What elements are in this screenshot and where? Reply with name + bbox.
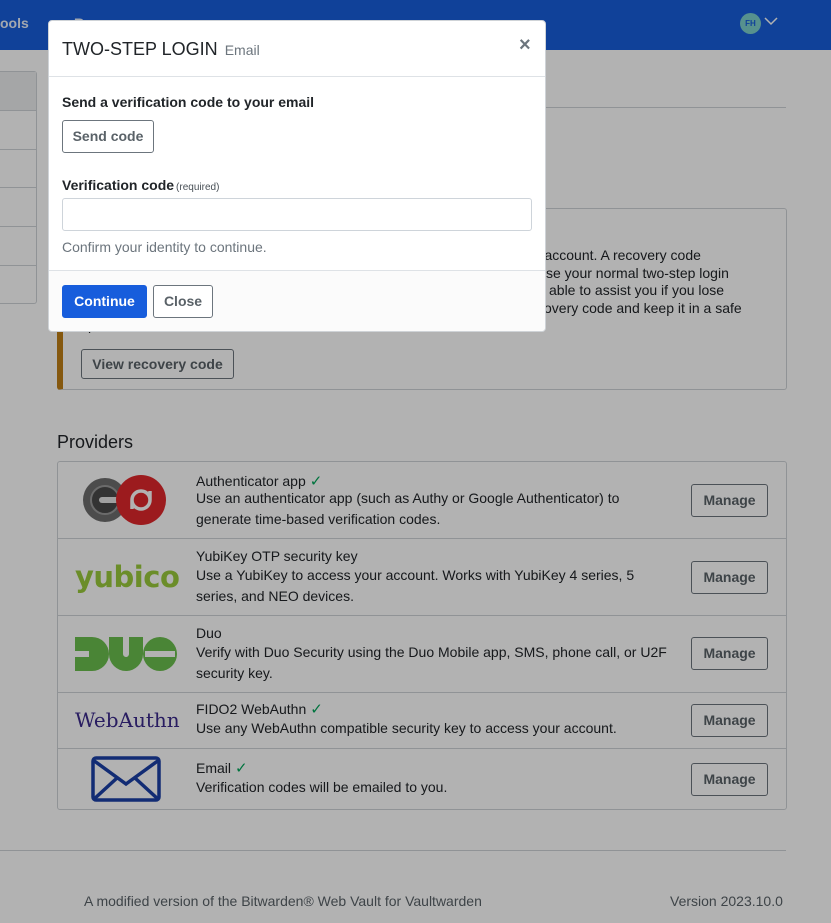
send-code-button[interactable]: Send code (62, 120, 154, 153)
required-note: (required) (176, 182, 220, 193)
verification-code-input[interactable] (62, 198, 532, 231)
continue-button[interactable]: Continue (62, 285, 147, 318)
modal-title-text: TWO-STEP LOGIN (62, 39, 218, 59)
help-text: Confirm your identity to continue. (62, 239, 267, 255)
verification-code-label: Verification code (required) (62, 177, 219, 193)
close-button[interactable]: Close (153, 285, 213, 318)
modal-title: TWO-STEP LOGIN Email (62, 39, 260, 60)
two-step-login-modal: TWO-STEP LOGIN Email × Send a verificati… (48, 20, 546, 332)
modal-subtitle: Email (224, 42, 260, 58)
send-code-label: Send a verification code to your email (62, 94, 315, 110)
verification-code-label-text: Verification code (62, 177, 175, 193)
modal-footer: Continue Close (49, 270, 545, 331)
modal-header: TWO-STEP LOGIN Email × (49, 21, 545, 77)
close-icon[interactable]: × (519, 35, 531, 55)
